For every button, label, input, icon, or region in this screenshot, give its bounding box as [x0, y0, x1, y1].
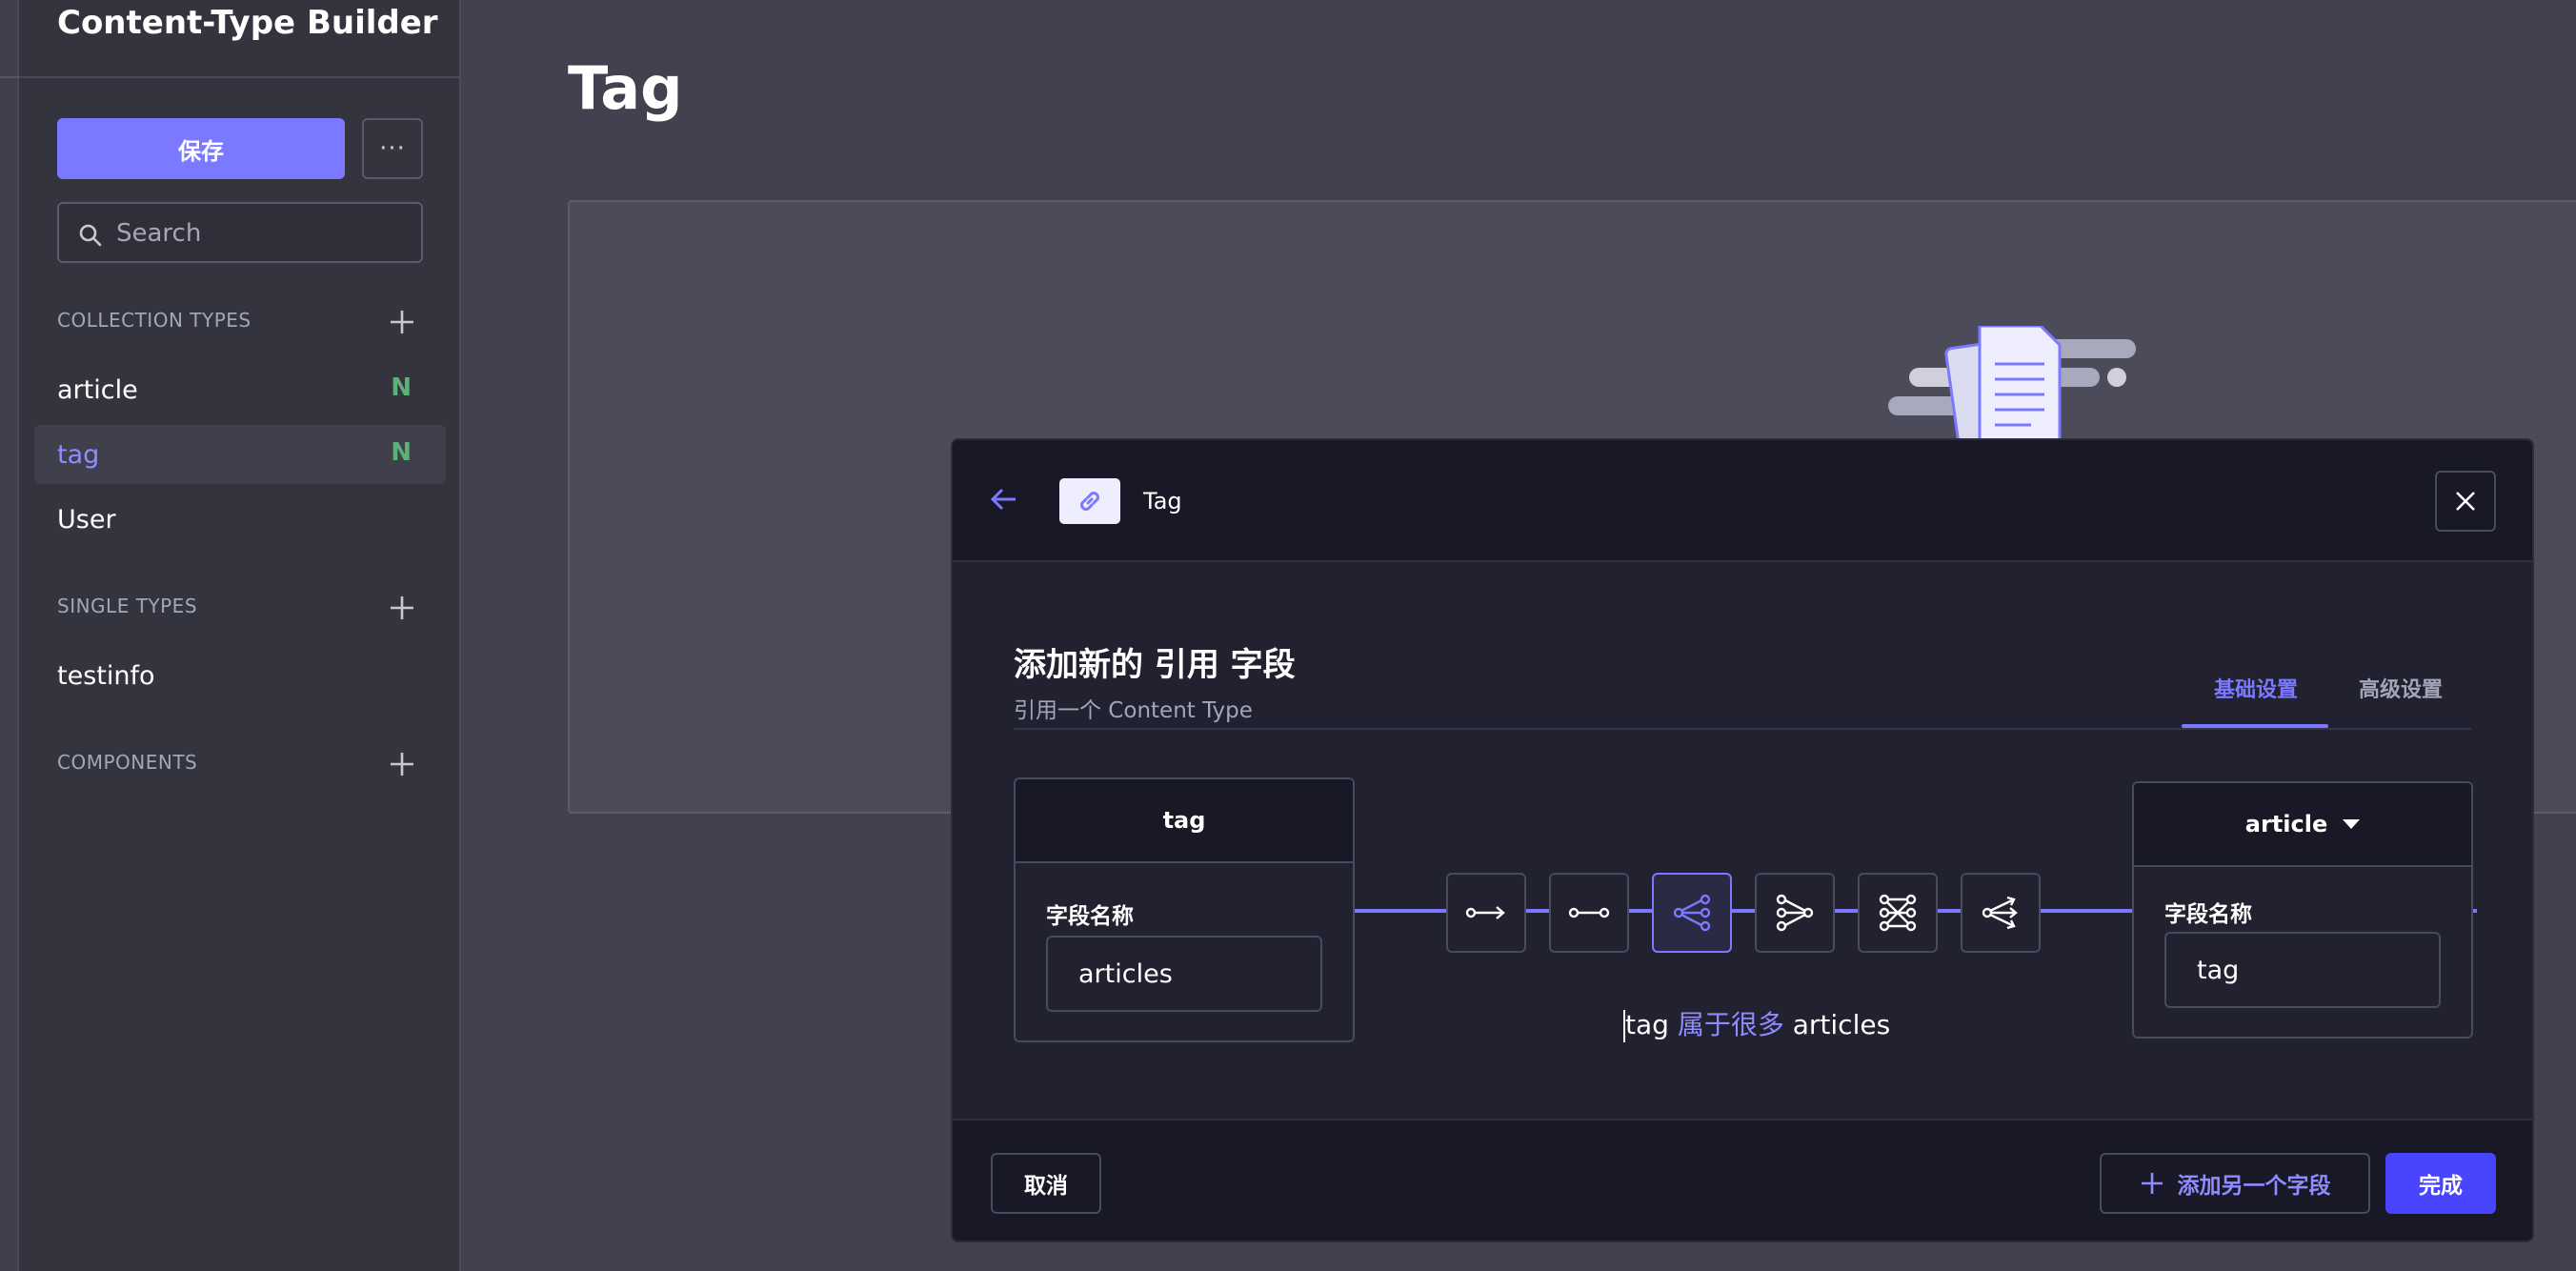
sidebar-title: Content-Type Builder: [57, 4, 438, 42]
one-way-relation-icon: [1465, 906, 1505, 919]
tab-basic-settings[interactable]: 基础设置: [2214, 673, 2298, 703]
sidebar-item-label: tag: [57, 439, 100, 470]
cancel-button[interactable]: 取消: [991, 1153, 1101, 1214]
single-types-heading: SINGLE TYPES: [57, 595, 198, 617]
search-icon: [79, 224, 102, 247]
add-another-field-button[interactable]: 添加另一个字段: [2100, 1153, 2370, 1214]
rail-divider: [0, 76, 19, 78]
left-rail: [0, 0, 19, 1271]
sidebar-item-testinfo[interactable]: testinfo: [34, 646, 446, 705]
modal-breadcrumb: Tag: [1143, 488, 1182, 514]
tab-advanced-settings[interactable]: 高级设置: [2359, 673, 2443, 703]
relation-verb: 属于很多: [1677, 1009, 1784, 1040]
components-heading: COMPONENTS: [57, 751, 198, 774]
sidebar-item-label: User: [57, 504, 116, 535]
many-to-one-relation-button[interactable]: [1755, 873, 1835, 953]
search-input[interactable]: [116, 215, 402, 252]
relation-subject: tag: [1625, 1009, 1669, 1040]
target-content-type-select[interactable]: article: [2134, 783, 2471, 867]
new-badge: N: [391, 373, 412, 402]
document-illustration-icon: [1888, 326, 2136, 450]
modal-header: Tag: [953, 440, 2532, 562]
plus-icon: [391, 596, 413, 619]
arrow-left-icon: [990, 488, 1016, 511]
link-icon: [1080, 492, 1099, 511]
relation-description: tag 属于很多 articles: [1623, 1004, 1890, 1042]
relation-object: articles: [1792, 1009, 1891, 1040]
sidebar-item-label: testinfo: [57, 660, 155, 691]
collection-types-heading: COLLECTION TYPES: [57, 309, 252, 332]
source-content-type-box: tag 字段名称 articles: [1014, 777, 1355, 1042]
back-button[interactable]: [989, 484, 1019, 518]
one-to-many-relation-button[interactable]: [1652, 873, 1732, 953]
add-component-button[interactable]: [385, 747, 419, 781]
target-content-type-name: article: [2244, 811, 2328, 837]
add-another-field-label: 添加另一个字段: [2177, 1174, 2331, 1199]
sidebar-item-label: article: [57, 374, 138, 405]
many-way-relation-icon: [1982, 896, 2018, 930]
one-to-one-relation-icon: [1568, 907, 1610, 918]
sidebar-item-tag[interactable]: tag N: [34, 425, 446, 484]
one-to-many-relation-icon: [1673, 894, 1711, 932]
source-field-label: 字段名称: [1046, 904, 1134, 929]
more-icon: ···: [379, 134, 406, 163]
many-to-many-relation-icon: [1879, 894, 1917, 932]
page-title: Tag: [568, 53, 683, 123]
more-options-button[interactable]: ···: [362, 118, 423, 179]
new-badge: N: [391, 438, 412, 467]
modal-subtitle: 引用一个 Content Type: [1014, 698, 1253, 723]
source-field-name-input[interactable]: articles: [1046, 936, 1322, 1012]
search-box[interactable]: [57, 202, 423, 263]
caret-down-icon: [2343, 819, 2361, 829]
tabs-divider: [1014, 728, 2471, 730]
sidebar-item-article[interactable]: article N: [34, 360, 446, 419]
save-button[interactable]: 保存: [57, 118, 345, 179]
relation-type-icon: [1059, 478, 1120, 524]
close-button[interactable]: [2435, 471, 2496, 532]
many-to-many-relation-button[interactable]: [1858, 873, 1938, 953]
active-tab-indicator: [2182, 724, 2328, 728]
source-content-type-name: tag: [1016, 779, 1353, 863]
add-relation-field-modal: Tag 添加新的 引用 字段 引用一个 Content Type 基础设置 高级…: [951, 438, 2534, 1242]
modal-footer: 取消 添加另一个字段 完成: [953, 1119, 2532, 1241]
sidebar-divider: [19, 76, 461, 78]
add-single-type-button[interactable]: [385, 591, 419, 625]
target-field-label: 字段名称: [2164, 902, 2252, 927]
plus-icon: [391, 753, 413, 776]
add-collection-type-button[interactable]: [385, 305, 419, 339]
one-to-one-relation-button[interactable]: [1549, 873, 1629, 953]
target-content-type-box: article 字段名称 tag: [2132, 781, 2473, 1039]
many-way-relation-button[interactable]: [1961, 873, 2041, 953]
plus-icon: [391, 311, 413, 333]
many-to-one-relation-icon: [1776, 894, 1814, 932]
sidebar: Content-Type Builder 保存 ··· COLLECTION T…: [19, 0, 461, 1271]
finish-button[interactable]: 完成: [2385, 1153, 2496, 1214]
one-way-relation-button[interactable]: [1446, 873, 1526, 953]
target-field-name-input[interactable]: tag: [2164, 932, 2441, 1008]
sidebar-item-user[interactable]: User: [34, 490, 446, 549]
plus-icon: [2141, 1173, 2163, 1194]
close-icon: [2456, 492, 2475, 511]
modal-title: 添加新的 引用 字段: [1014, 646, 1296, 684]
